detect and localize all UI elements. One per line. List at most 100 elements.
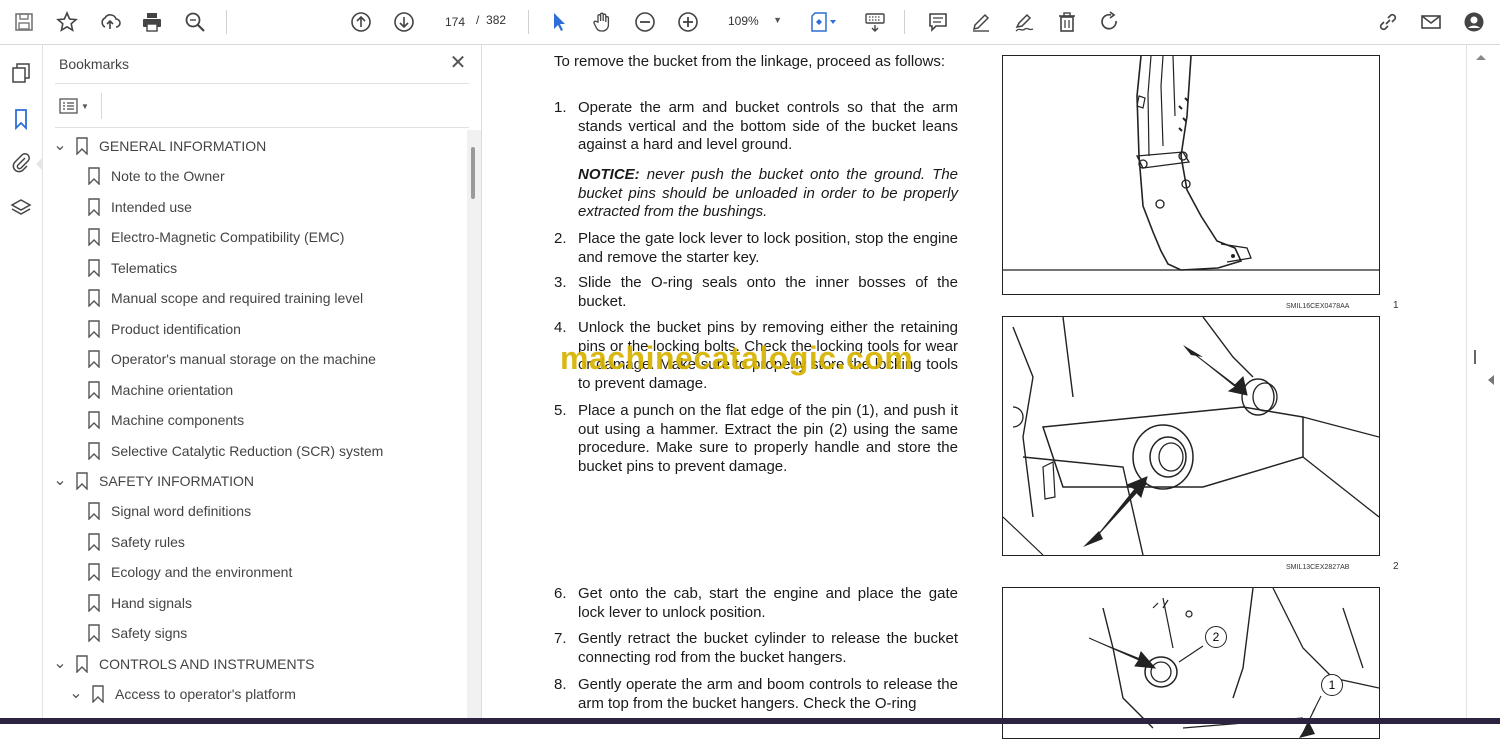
- bookmark-item[interactable]: Product identification: [87, 315, 241, 343]
- bookmark-label: Telematics: [111, 259, 178, 276]
- zoom-value: 109%: [728, 14, 759, 28]
- bookmark-item[interactable]: Hand signals: [87, 589, 192, 617]
- step-number: 6.: [554, 585, 567, 602]
- step-text: Slide the O-ring seals onto the inner bo…: [578, 274, 958, 310]
- select-cursor-icon[interactable]: [546, 9, 572, 35]
- bookmark-icon: [88, 533, 100, 551]
- bookmarks-icon[interactable]: [8, 106, 34, 132]
- layers-icon[interactable]: [8, 195, 34, 221]
- page-down-icon[interactable]: [391, 9, 417, 35]
- bookmark-icon: [88, 594, 100, 612]
- bookmarks-scrollbar[interactable]: [467, 130, 481, 724]
- chevron-down-icon[interactable]: ⌄: [53, 655, 67, 671]
- figure-bucket-linkage: [1002, 55, 1380, 295]
- page-number-input[interactable]: 174: [436, 9, 474, 35]
- bookmark-item[interactable]: Ecology and the environment: [87, 558, 292, 586]
- page-thumbnails-icon[interactable]: [8, 60, 34, 86]
- bookmark-item[interactable]: Machine orientation: [87, 376, 233, 404]
- scroll-up-icon[interactable]: [1475, 53, 1487, 61]
- close-icon[interactable]: ✕: [447, 52, 469, 74]
- step-number: 4.: [554, 319, 567, 336]
- keyboard-scroll-icon[interactable]: [862, 9, 888, 35]
- step-text: Place the gate lock lever to lock positi…: [578, 230, 958, 266]
- bookmark-item[interactable]: Electro-Magnetic Compatibility (EMC): [87, 223, 344, 251]
- bookmark-icon: [76, 472, 88, 490]
- bookmark-section[interactable]: ⌄ GENERAL INFORMATION: [53, 132, 266, 160]
- attachments-icon[interactable]: [8, 149, 34, 175]
- chevron-down-icon[interactable]: ⌄: [69, 686, 83, 702]
- figure-bucket-pin-locks: [1002, 316, 1380, 556]
- bookmark-icon: [88, 350, 100, 369]
- zoom-out-icon[interactable]: [632, 9, 658, 35]
- chevron-down-icon[interactable]: ⌄: [53, 138, 67, 154]
- bookmark-icon: [88, 380, 100, 399]
- chevron-down-icon[interactable]: ⌄: [53, 472, 67, 488]
- save-icon[interactable]: [11, 9, 37, 35]
- bookmark-item[interactable]: Telematics: [87, 254, 177, 282]
- bookmark-label: Selective Catalytic Reduction (SCR) syst…: [111, 442, 384, 459]
- bookmark-label: Intended use: [111, 198, 192, 215]
- mail-icon[interactable]: [1418, 9, 1444, 35]
- active-panel-indicator: [36, 157, 43, 171]
- bookmark-item[interactable]: Note to the Owner: [87, 162, 225, 190]
- bookmark-item[interactable]: Safety signs: [87, 619, 187, 647]
- total-pages: 382: [486, 13, 507, 27]
- upload-icon[interactable]: [97, 9, 123, 35]
- delete-icon[interactable]: [1054, 9, 1080, 35]
- bookmark-icon: [88, 441, 100, 460]
- scroll-position-handle[interactable]: [1474, 350, 1476, 364]
- step-number: 7.: [554, 630, 567, 647]
- bookmark-label: Safety signs: [111, 625, 188, 642]
- bookmark-item[interactable]: Safety rules: [87, 528, 185, 556]
- step-text: Operate the arm and bucket controls so t…: [578, 99, 958, 154]
- document-viewport[interactable]: To remove the bucket from the linkage, p…: [482, 45, 1466, 739]
- bookmarks-panel: Bookmarks ✕ ▼ ⌄ GENERAL INFORMATION Note t…: [43, 45, 482, 724]
- toolbar-divider: [528, 10, 529, 34]
- page-up-icon[interactable]: [348, 9, 374, 35]
- print-icon[interactable]: [139, 9, 165, 35]
- bookmark-item[interactable]: Signal word definitions: [87, 497, 251, 525]
- sign-icon[interactable]: [1011, 9, 1037, 35]
- bookmark-label: Note to the Owner: [111, 168, 225, 185]
- redo-icon[interactable]: [1097, 9, 1123, 35]
- bookmark-label: CONTROLS AND INSTRUMENTS: [99, 655, 315, 672]
- comment-icon[interactable]: [925, 9, 951, 35]
- watermark-text: machinecatalogic.com: [560, 340, 914, 376]
- expand-right-panel-arrow-icon[interactable]: [1488, 375, 1494, 385]
- bookmark-icon: [76, 654, 88, 673]
- zoom-search-icon[interactable]: [182, 9, 208, 35]
- figure-number: 1: [1393, 300, 1399, 311]
- bookmark-item[interactable]: Selective Catalytic Reduction (SCR) syst…: [87, 437, 383, 465]
- share-link-icon[interactable]: [1375, 9, 1401, 35]
- zoom-dropdown[interactable]: 109% ▼: [722, 9, 788, 33]
- toolbar-divider: [101, 93, 102, 119]
- zoom-in-icon[interactable]: [675, 9, 701, 35]
- bookmark-icon: [92, 685, 104, 704]
- scrollbar-thumb[interactable]: [471, 147, 475, 199]
- bookmark-item[interactable]: Machine components: [87, 406, 244, 434]
- figure-number: 2: [1393, 561, 1399, 572]
- bookmark-item[interactable]: Intended use: [87, 193, 192, 221]
- page-separator: /: [476, 13, 480, 27]
- bucket-linkage-illustration: [1003, 56, 1379, 271]
- step-number: 1.: [554, 99, 567, 116]
- bookmark-label: Access to operator's platform: [115, 686, 296, 703]
- bookmark-label: Electro-Magnetic Compatibility (EMC): [111, 229, 345, 246]
- page-total: / 382: [476, 13, 506, 27]
- star-icon[interactable]: [54, 9, 80, 35]
- pen-icon[interactable]: [968, 9, 994, 35]
- bookmark-icon: [88, 259, 100, 277]
- bookmark-options-button[interactable]: ▼: [59, 95, 95, 117]
- panel-divider: [55, 83, 469, 84]
- bookmark-section[interactable]: ⌄ CONTROLS AND INSTRUMENTS: [53, 650, 314, 678]
- notice-paragraph: NOTICE: never push the bucket onto the g…: [578, 166, 958, 222]
- hand-icon[interactable]: [589, 9, 615, 35]
- pdf-page: To remove the bucket from the linkage, p…: [500, 45, 1466, 739]
- fit-options-chevron-icon[interactable]: [826, 9, 840, 35]
- account-icon[interactable]: [1461, 9, 1487, 35]
- bookmark-item[interactable]: Manual scope and required training level: [87, 284, 363, 312]
- bookmark-section[interactable]: ⌄ SAFETY INFORMATION: [53, 467, 254, 495]
- bookmark-item[interactable]: Operator's manual storage on the machine: [87, 345, 376, 373]
- bookmark-icon: [88, 563, 100, 582]
- bookmark-item[interactable]: ⌄ Access to operator's platform: [69, 680, 296, 708]
